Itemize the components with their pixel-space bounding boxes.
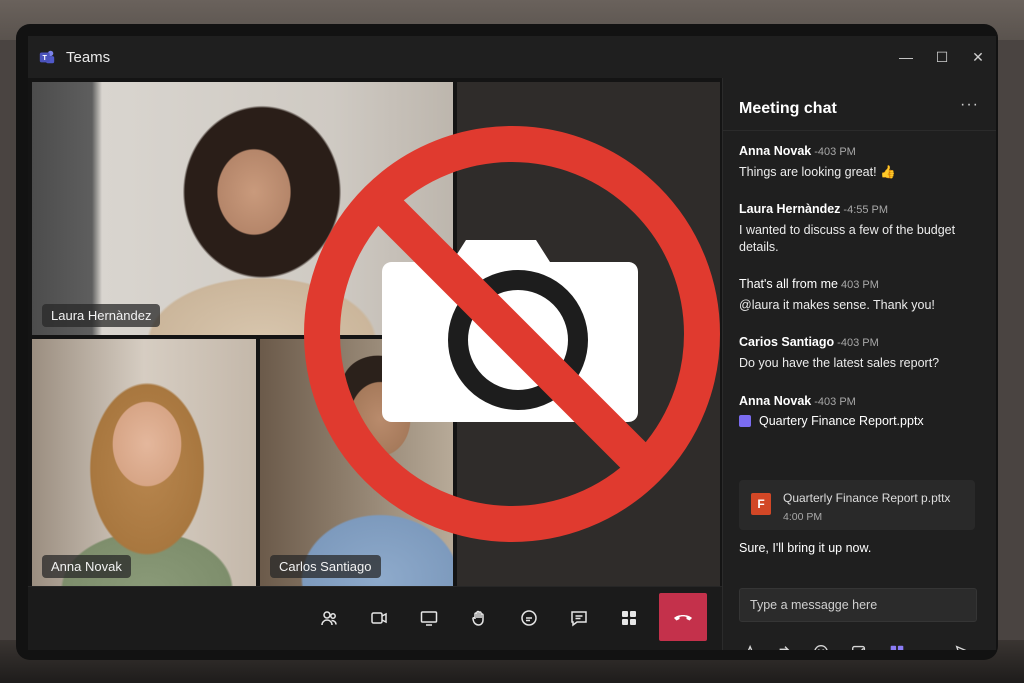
apps-icon [622, 611, 636, 625]
emoji-button[interactable] [809, 640, 833, 650]
attachment-icon [739, 415, 751, 427]
participant-name: Carlos Santiago [270, 555, 381, 578]
chat-message: Anna Novak -403 PM Quartery Finance Repor… [739, 394, 983, 428]
message-text: Sure, I'll bring it up now. [739, 541, 872, 555]
chat-header: Meeting chat ··· [723, 78, 996, 131]
apps-button[interactable] [612, 601, 646, 635]
video-stage: Laura Hernàndez Anna Novak Carlos Santia… [28, 78, 722, 586]
maximize-button[interactable]: ☐ [924, 36, 960, 78]
people-button[interactable] [312, 601, 346, 635]
send-icon [955, 645, 967, 650]
chat-icon [571, 611, 587, 627]
people-icon [321, 611, 337, 626]
hang-up-icon [674, 615, 692, 621]
send-button[interactable] [951, 640, 975, 650]
compose-toolbar [723, 640, 996, 650]
meeting-chat-panel: Meeting chat ··· Anna Novak -403 PM Thing… [722, 78, 996, 650]
message-text: I wanted to discuss a few of the budget … [739, 223, 956, 254]
camera-button[interactable] [362, 601, 396, 635]
message-author: Anna Novak [739, 394, 812, 408]
sticker-button[interactable] [847, 640, 871, 650]
compose-message-input[interactable] [739, 588, 977, 622]
apps-loop-button[interactable] [885, 640, 909, 650]
chat-message: Anna Novak -403 PM Things are looking gre… [739, 144, 983, 181]
file-attachment[interactable]: Quartery Finance Report.pptx [739, 414, 983, 428]
chat-message: That's all from me 403 PM @laura it makes… [739, 277, 983, 314]
share-screen-icon [420, 611, 438, 626]
chat-message: Laura Hernàndez -4:55 PM I wanted to disc… [739, 202, 983, 256]
chat-message: Carios Santiago -403 PM Do you have the l… [739, 335, 983, 372]
emoji-icon [814, 645, 828, 650]
message-text: @laura it makes sense. Thank you! [739, 298, 935, 312]
share-screen-button[interactable] [412, 601, 446, 635]
teams-window: T Teams — ☐ ✕ Laura Hernàndez Anna Novak… [28, 36, 996, 650]
sticker-icon [852, 645, 866, 650]
format-button[interactable] [739, 640, 763, 650]
reactions-button[interactable] [512, 601, 546, 635]
message-author: That's all from me [739, 277, 838, 291]
file-card-name: Quarterly Finance Report p.pttx [783, 491, 951, 505]
chat-button[interactable] [562, 601, 596, 635]
chat-title: Meeting chat [739, 100, 837, 117]
message-time: -403 PM [837, 337, 879, 349]
message-text: Things are looking great! 👍 [739, 165, 896, 179]
message-text: Do you have the latest sales report? [739, 356, 940, 370]
attach-icon [779, 646, 790, 650]
message-time: -403 PM [814, 396, 856, 408]
more-options-icon[interactable]: ··· [960, 96, 979, 114]
video-tile-carlos[interactable]: Carlos Santiago [260, 339, 453, 586]
minimize-button[interactable]: — [888, 36, 924, 78]
loop-apps-icon [890, 645, 904, 650]
participant-name: Laura Hernàndez [42, 304, 161, 327]
message-time: 403 PM [840, 279, 879, 291]
close-button[interactable]: ✕ [960, 36, 996, 78]
participant-name: Anna Novak [42, 555, 131, 578]
title-bar: T Teams — ☐ ✕ [28, 36, 996, 78]
chat-message: Sure, I'll bring it up now. [739, 541, 983, 555]
meeting-toolbar [28, 586, 722, 650]
file-card-time: 4:00 PM [783, 511, 823, 523]
raise-hand-icon [472, 610, 484, 626]
powerpoint-file-icon: F [751, 493, 771, 515]
message-time: -4:55 PM [843, 204, 889, 216]
empty-video-tile [457, 82, 720, 586]
reactions-icon [521, 610, 537, 626]
message-time: -403 PM [814, 146, 856, 158]
camera-icon [371, 612, 387, 624]
app-title: Teams [66, 48, 111, 66]
format-text-icon [747, 644, 753, 650]
leave-call-button[interactable] [659, 593, 707, 641]
raise-hand-button[interactable] [462, 601, 496, 635]
message-author: Carios Santiago [739, 335, 835, 349]
svg-text:T: T [43, 53, 48, 62]
window-controls: — ☐ ✕ [888, 36, 996, 78]
file-card[interactable]: F Quarterly Finance Report p.pttx 4:00 P… [739, 480, 975, 530]
teams-logo-icon: T [39, 50, 55, 64]
video-tile-laura[interactable]: Laura Hernàndez [32, 82, 453, 335]
message-author: Anna Novak [739, 144, 812, 158]
attachment-name: Quartery Finance Report.pptx [759, 414, 924, 428]
message-author: Laura Hernàndez [739, 202, 841, 216]
attach-button[interactable] [773, 640, 797, 650]
video-tile-anna[interactable]: Anna Novak [32, 339, 256, 586]
